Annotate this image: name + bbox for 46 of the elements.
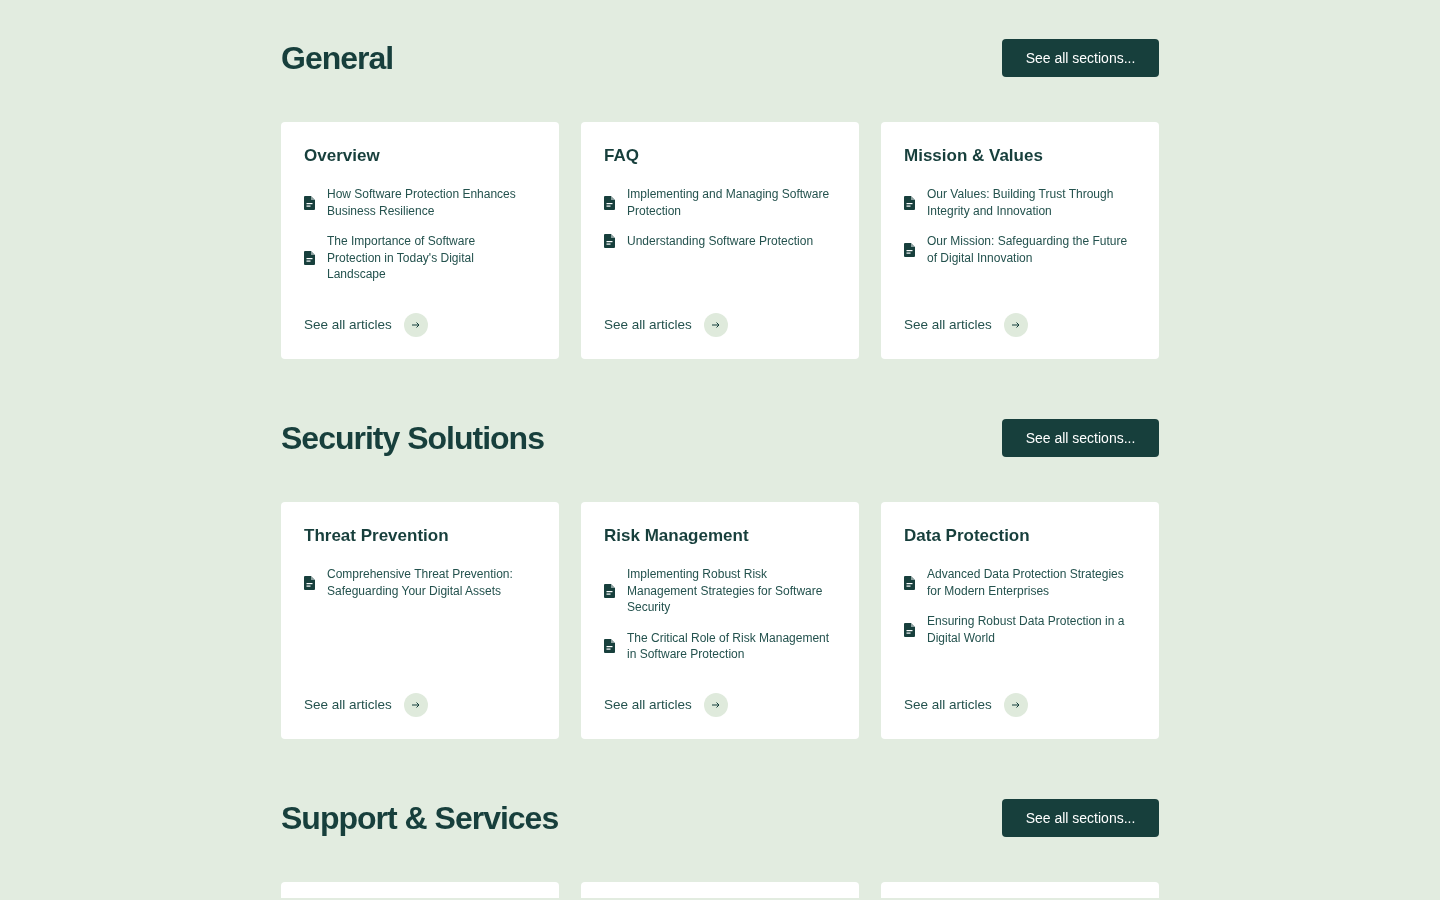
article-link[interactable]: Understanding Software Protection [627,233,814,250]
document-icon [304,195,315,210]
card-title: Mission & Values [904,145,1044,167]
article-link[interactable]: Ensuring Robust Data Protection in a Digital World [927,613,1132,646]
see-all-sections-button[interactable]: See all sections... [1002,39,1159,77]
document-icon [604,195,615,210]
article-link[interactable]: The Importance of Software Protection in Today's Digital Landscape [327,233,532,283]
arrow-right-icon[interactable] [1003,693,1028,717]
see-all-articles-link[interactable]: See all articles [604,314,692,336]
card-title: Risk Management [604,525,750,547]
article-link[interactable]: The Critical Role of Risk Management in Software Protection [627,629,832,663]
section-title: General [281,38,394,78]
document-icon [304,250,315,265]
document-icon [904,575,915,590]
see-all-articles-link[interactable]: See all articles [304,314,392,336]
article-link[interactable]: Our Values: Building Trust Through Integrity and Innovation [927,186,1132,219]
see-all-sections-button[interactable]: See all sections... [1002,419,1159,457]
document-icon [904,195,915,210]
arrow-right-icon[interactable] [703,313,728,337]
document-icon [304,575,315,590]
article-link[interactable]: Advanced Data Protection Strategies for Modern Enterprises [927,566,1132,599]
article-link[interactable]: Implementing Robust Risk Management Strategies for Software Security [627,566,832,616]
card-title: FAQ [604,145,640,167]
document-icon [904,242,915,257]
see-all-sections-button[interactable]: See all sections... [1002,799,1159,837]
section-title: Security Solutions [281,418,544,458]
section-title: Support & Services [281,798,559,838]
arrow-right-icon[interactable] [403,693,428,717]
article-link[interactable]: Implementing and Managing Software Protection [627,186,832,219]
card-title: Data Protection [904,525,1031,547]
document-icon [904,622,915,637]
card-title: Overview [304,145,381,167]
see-all-articles-link[interactable]: See all articles [304,694,392,716]
document-icon [604,234,615,249]
document-icon [604,583,615,598]
card-title: Threat Prevention [304,525,450,547]
article-link[interactable]: Our Mission: Safeguarding the Future of Digital Innovation [927,233,1132,266]
arrow-right-icon[interactable] [703,693,728,717]
article-link[interactable]: How Software Protection Enhances Business Resilience [327,186,532,219]
see-all-articles-link[interactable]: See all articles [904,314,992,336]
document-icon [604,639,615,653]
see-all-articles-link[interactable]: See all articles [904,694,992,716]
arrow-right-icon[interactable] [403,313,428,337]
article-link[interactable]: Comprehensive Threat Prevention: Safeguarding Your Digital Assets [327,566,532,599]
arrow-right-icon[interactable] [1003,313,1028,337]
see-all-articles-link[interactable]: See all articles [604,694,692,716]
